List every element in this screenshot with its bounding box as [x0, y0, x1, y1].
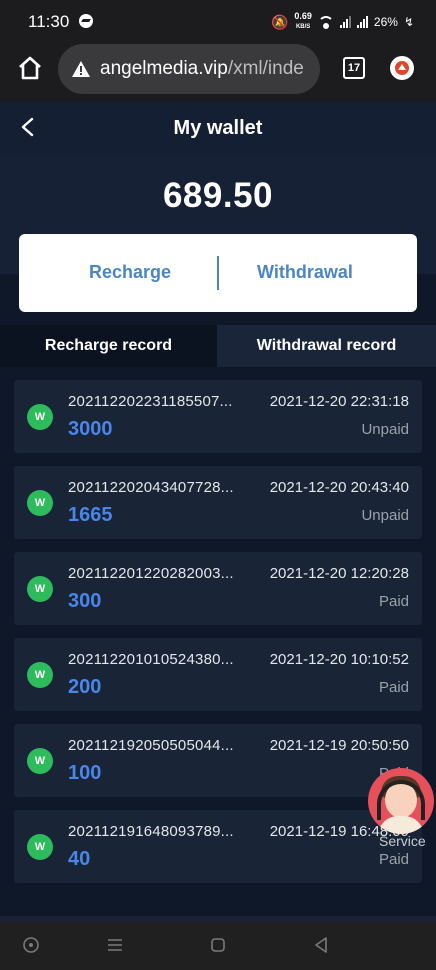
recharge-button[interactable]: Recharge — [89, 262, 171, 283]
charging-icon: ↯ — [403, 15, 414, 29]
wallet-w-icon: W — [27, 490, 53, 516]
record-row[interactable]: W 202112201010524380... 2021-12-20 10:10… — [14, 638, 422, 711]
wallet-w-icon: W — [27, 748, 53, 774]
record-amount: 1665 — [68, 504, 113, 526]
warning-icon[interactable] — [72, 61, 90, 77]
record-row[interactable]: W 202112202231185507... 2021-12-20 22:31… — [14, 380, 422, 453]
wallet-actions-card: Recharge Withdrawal — [19, 234, 417, 312]
address-bar[interactable]: angelmedia.vip/xml/inde — [58, 44, 320, 94]
wallet-w-icon: W — [27, 576, 53, 602]
network-speed-value: 0.69 — [294, 11, 312, 21]
wifi-icon — [317, 16, 334, 29]
record-status: Paid — [378, 593, 409, 610]
status-bar: 11:30 🔕 0.69 KB/S 26% ↯ — [0, 0, 436, 40]
record-id: 202112201010524380... — [68, 651, 234, 668]
customer-service-button[interactable] — [368, 768, 434, 834]
mute-bell-icon: 🔕 — [270, 13, 289, 30]
url-host: angelmedia.vip — [100, 58, 228, 79]
headset-icon — [377, 780, 425, 820]
update-icon[interactable] — [390, 56, 414, 80]
page-title: My wallet — [173, 117, 263, 139]
actions-divider — [217, 256, 219, 290]
messenger-icon — [79, 14, 93, 28]
network-speed-unit: KB/S — [295, 24, 311, 30]
record-tabs: Recharge record Withdrawal record — [0, 325, 436, 367]
record-id: 202112202231185507... — [68, 393, 233, 410]
wallet-balance: 689.50 — [162, 176, 274, 215]
record-id: 202112191648093789... — [68, 823, 234, 840]
record-amount: 100 — [68, 762, 102, 784]
status-time: 11:30 — [28, 12, 70, 31]
record-id: 202112192050505044... — [68, 737, 234, 754]
record-id: 202112201220282003... — [68, 565, 234, 582]
nav-overview-icon[interactable] — [207, 934, 229, 956]
record-datetime: 2021-12-20 22:31:18 — [269, 393, 409, 410]
url-text: angelmedia.vip/xml/inde — [100, 58, 304, 80]
battery-level: 26% — [373, 15, 398, 29]
wallet-w-icon: W — [27, 662, 53, 688]
record-amount: 300 — [68, 590, 102, 612]
tabs-icon[interactable]: 17 — [343, 57, 365, 79]
record-amount: 200 — [68, 676, 102, 698]
browser-toolbar: angelmedia.vip/xml/inde 17 — [0, 40, 436, 102]
wallet-w-icon: W — [27, 834, 53, 860]
url-path: /xml/inde — [227, 58, 304, 79]
record-datetime: 2021-12-19 20:50:50 — [269, 737, 409, 754]
nav-home-icon[interactable] — [20, 934, 42, 956]
signal-icon — [339, 16, 351, 28]
wallet-w-icon: W — [27, 404, 53, 430]
record-status: Unpaid — [361, 421, 409, 438]
record-row[interactable]: W 202112191648093789... 2021-12-19 16:48… — [14, 810, 422, 883]
record-datetime: 2021-12-20 12:20:28 — [269, 565, 409, 582]
record-amount: 3000 — [68, 418, 113, 440]
nav-back-icon[interactable] — [310, 934, 332, 956]
record-row[interactable]: W 202112192050505044... 2021-12-19 20:50… — [14, 724, 422, 797]
tab-recharge-record[interactable]: Recharge record — [0, 325, 217, 367]
record-datetime: 2021-12-20 10:10:52 — [269, 651, 409, 668]
app-header: My wallet — [0, 102, 436, 156]
record-row[interactable]: W 202112202043407728... 2021-12-20 20:43… — [14, 466, 422, 539]
record-amount: 40 — [68, 848, 91, 870]
record-status: Paid — [378, 679, 409, 696]
status-indicators: 🔕 0.69 KB/S 26% ↯ — [271, 12, 414, 32]
system-nav-bar — [0, 922, 436, 970]
withdrawal-button[interactable]: Withdrawal — [257, 262, 353, 283]
record-status: Unpaid — [361, 507, 409, 524]
record-row[interactable]: W 202112201220282003... 2021-12-20 12:20… — [14, 552, 422, 625]
signal-icon-2 — [356, 16, 368, 28]
record-status: Paid — [378, 851, 409, 868]
tab-withdrawal-record[interactable]: Withdrawal record — [217, 325, 436, 367]
nav-recents-icon[interactable] — [104, 934, 126, 956]
home-icon[interactable] — [16, 54, 44, 82]
record-datetime: 2021-12-20 20:43:40 — [269, 479, 409, 496]
service-label[interactable]: Service — [379, 833, 426, 849]
network-speed: 0.69 KB/S — [294, 12, 312, 32]
record-id: 202112202043407728... — [68, 479, 234, 496]
